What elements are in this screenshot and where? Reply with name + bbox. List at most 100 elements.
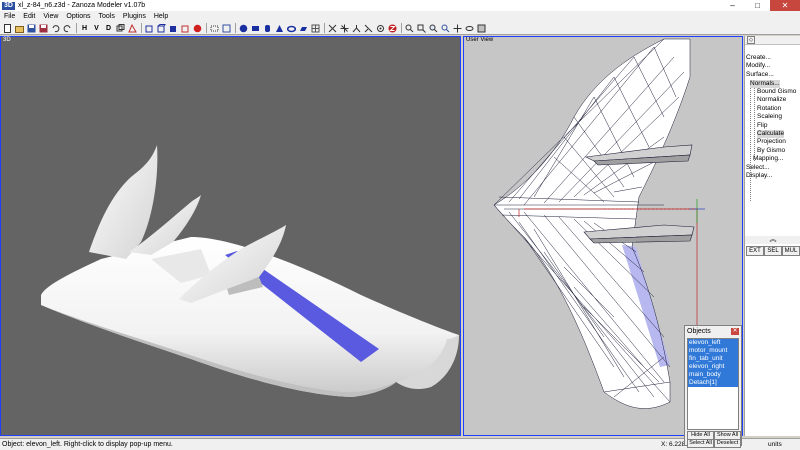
menu-view[interactable]: View bbox=[39, 13, 62, 20]
tree-item-modify[interactable]: Modify... bbox=[746, 62, 770, 70]
toolbar-separator bbox=[141, 23, 142, 33]
cone-icon[interactable] bbox=[274, 23, 285, 34]
open-folder-icon[interactable] bbox=[14, 23, 25, 34]
toolbar-separator bbox=[235, 23, 236, 33]
new-file-icon[interactable] bbox=[2, 23, 13, 34]
tree-guide-line bbox=[754, 83, 755, 161]
box-icon[interactable] bbox=[250, 23, 261, 34]
objects-panel-titlebar: Objects ✕ bbox=[685, 326, 741, 336]
menu-plugins[interactable]: Plugins bbox=[119, 13, 150, 20]
object-item[interactable]: motor_mount bbox=[688, 347, 738, 355]
object-item[interactable]: elevon_left bbox=[688, 339, 738, 347]
close-button[interactable]: ✕ bbox=[770, 0, 800, 11]
tree-item-calculate[interactable]: Calculate bbox=[757, 130, 785, 138]
toolbar-separator bbox=[76, 23, 77, 33]
viewport-user-view-label: User View bbox=[466, 37, 494, 43]
mul-button[interactable]: MUL bbox=[782, 246, 800, 256]
view-h-button[interactable]: H bbox=[79, 23, 90, 34]
menu-options[interactable]: Options bbox=[62, 13, 94, 20]
tree-item-normals[interactable]: Normals... bbox=[750, 80, 780, 88]
sphere-icon[interactable] bbox=[238, 23, 249, 34]
axes-icon[interactable] bbox=[327, 23, 338, 34]
tree-item-mapping[interactable]: Mapping... bbox=[753, 155, 783, 163]
tree-item-rotation[interactable]: Rotation bbox=[757, 105, 781, 113]
aircraft-shaded-model[interactable] bbox=[1, 37, 460, 435]
mode-buttons: EXT SEL MUL bbox=[745, 246, 800, 256]
cube-outline-icon[interactable] bbox=[144, 23, 155, 34]
plane-icon[interactable] bbox=[298, 23, 309, 34]
zoom-extents-icon[interactable] bbox=[416, 23, 427, 34]
box-select-icon[interactable] bbox=[221, 23, 232, 34]
command-panel: ◇ Create... Modify... Surface... Normals… bbox=[744, 36, 800, 436]
select-vertex-icon[interactable] bbox=[127, 23, 138, 34]
minimize-button[interactable]: – bbox=[720, 0, 745, 11]
toolbar: H V D bbox=[0, 22, 800, 35]
cube-wire-icon[interactable] bbox=[156, 23, 167, 34]
rectangle-icon[interactable] bbox=[209, 23, 220, 34]
cube-solid-icon[interactable] bbox=[168, 23, 179, 34]
redo-icon[interactable] bbox=[62, 23, 73, 34]
objects-panel-close-icon[interactable]: ✕ bbox=[731, 327, 739, 335]
objects-panel-title: Objects bbox=[687, 327, 711, 335]
view-v-button[interactable]: V bbox=[91, 23, 102, 34]
tree-item-scaleing[interactable]: Scaleing bbox=[757, 113, 782, 121]
cylinder-icon[interactable] bbox=[262, 23, 273, 34]
tree-item-create[interactable]: Create... bbox=[746, 54, 771, 62]
save-icon[interactable] bbox=[26, 23, 37, 34]
tree-item-select[interactable]: Select... bbox=[746, 164, 769, 172]
panel-scroll-up-button[interactable]: ︽ bbox=[745, 236, 800, 244]
menu-file[interactable]: File bbox=[0, 13, 19, 20]
wire-cube-icon[interactable] bbox=[115, 23, 126, 34]
tree-item-by-gismo[interactable]: By Gismo bbox=[757, 147, 785, 155]
view-d-button[interactable]: D bbox=[103, 23, 114, 34]
zoom-all-icon[interactable] bbox=[440, 23, 451, 34]
deselect-button[interactable]: Deselect bbox=[714, 439, 741, 448]
menu-tools[interactable]: Tools bbox=[95, 13, 119, 20]
pan-icon[interactable] bbox=[452, 23, 463, 34]
menu-bar: File Edit View Options Tools Plugins Hel… bbox=[0, 11, 800, 22]
mirror-icon[interactable] bbox=[363, 23, 374, 34]
zoom-region-icon[interactable] bbox=[428, 23, 439, 34]
status-message: Object: elevon_left. Right-click to disp… bbox=[2, 441, 173, 448]
window-controls: – □ ✕ bbox=[720, 0, 800, 11]
orbit-icon[interactable] bbox=[464, 23, 475, 34]
tree-item-surface[interactable]: Surface... bbox=[746, 71, 774, 79]
panel-collapse-icon[interactable]: ◇ bbox=[747, 36, 755, 44]
app-logo: 3D bbox=[2, 1, 15, 10]
sel-button[interactable]: SEL bbox=[764, 246, 782, 256]
object-item[interactable]: fin_tab_unit bbox=[688, 355, 738, 363]
toolbar-separator bbox=[324, 23, 325, 33]
objects-buttons-row: Select All Deselect bbox=[687, 439, 741, 448]
maximize-button[interactable]: □ bbox=[745, 0, 770, 11]
star-axes-icon[interactable] bbox=[339, 23, 350, 34]
object-item[interactable]: Detach[1] bbox=[688, 379, 738, 387]
grid-icon[interactable] bbox=[310, 23, 321, 34]
save-as-icon[interactable] bbox=[38, 23, 49, 34]
menu-help[interactable]: Help bbox=[150, 13, 172, 20]
tree-guide-line bbox=[750, 81, 751, 201]
object-item[interactable]: main_body bbox=[688, 371, 738, 379]
select-all-button[interactable]: Select All bbox=[687, 439, 714, 448]
sphere-red-icon[interactable] bbox=[192, 23, 203, 34]
ext-button[interactable]: EXT bbox=[746, 246, 764, 256]
tree-item-display[interactable]: Display... bbox=[746, 172, 772, 180]
objects-list[interactable]: elevon_left motor_mount fin_tab_unit ele… bbox=[687, 338, 739, 430]
object-item[interactable]: elevon_right bbox=[688, 363, 738, 371]
zoom-z-icon[interactable] bbox=[387, 23, 398, 34]
viewport-3d[interactable]: 3D bbox=[0, 36, 461, 436]
tree-item-projection[interactable]: Projection bbox=[757, 138, 786, 146]
rotate-icon[interactable] bbox=[375, 23, 386, 34]
split-icon[interactable] bbox=[351, 23, 362, 34]
cube-red-icon[interactable] bbox=[180, 23, 191, 34]
render-icon[interactable] bbox=[476, 23, 487, 34]
tree-item-flip[interactable]: Flip bbox=[757, 122, 767, 130]
menu-edit[interactable]: Edit bbox=[19, 13, 39, 20]
tree-item-bound-gismo[interactable]: Bound Gismo bbox=[757, 88, 796, 96]
undo-icon[interactable] bbox=[50, 23, 61, 34]
command-panel-header: ◇ bbox=[745, 36, 800, 45]
zoom-icon[interactable] bbox=[404, 23, 415, 34]
tree-item-normalize[interactable]: Normalize bbox=[757, 96, 786, 104]
status-units: units bbox=[768, 441, 782, 448]
title-bar: 3D xl_z-84_n6.z3d - Zanoza Modeler v1.07… bbox=[0, 0, 800, 11]
torus-icon[interactable] bbox=[286, 23, 297, 34]
